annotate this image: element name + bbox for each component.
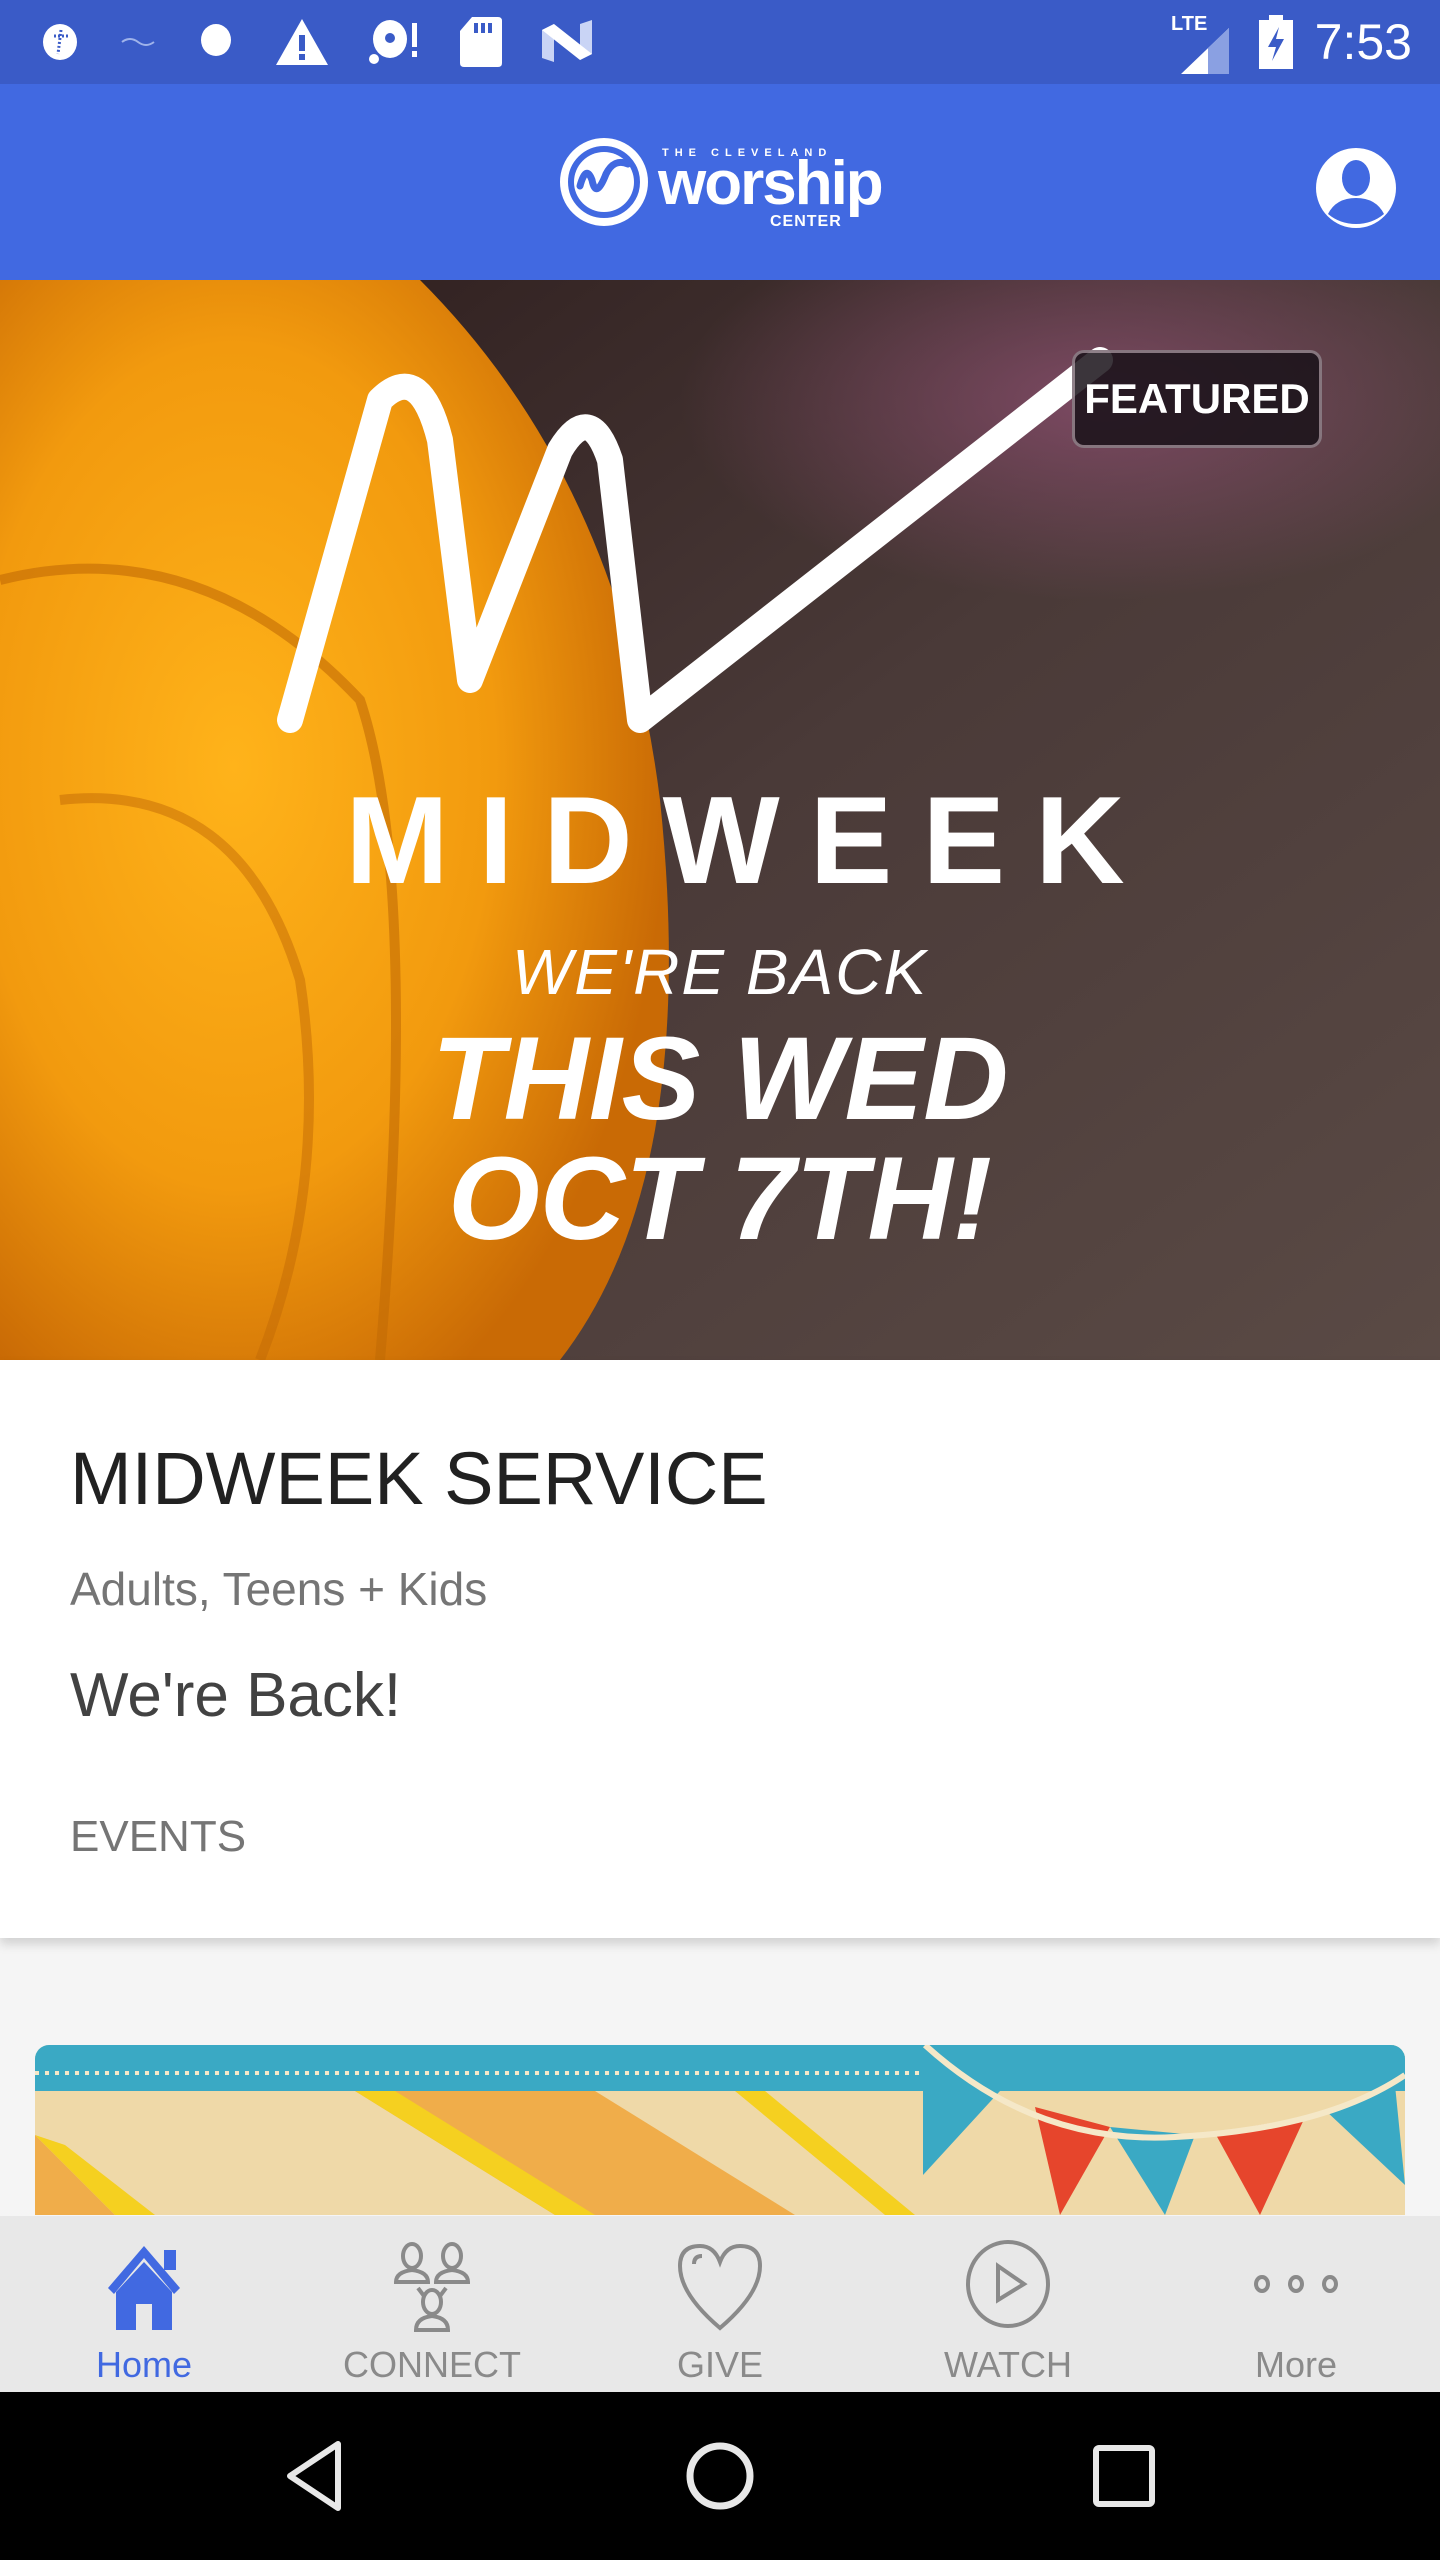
nav-label: Home bbox=[95, 2344, 193, 2385]
circle-notification-icon bbox=[201, 24, 231, 56]
home-circle-icon[interactable] bbox=[680, 2436, 760, 2516]
hero-line-1: WE'RE BACK bbox=[511, 936, 929, 1008]
event-title: MIDWEEK SERVICE bbox=[70, 1437, 768, 1520]
warning-icon bbox=[276, 19, 328, 65]
svg-text:LTE: LTE bbox=[1171, 13, 1207, 35]
event-description: We're Back! bbox=[70, 1661, 402, 1730]
church-logo[interactable]: THE CLEVELAND worship CENTER bbox=[558, 134, 888, 230]
recents-icon[interactable] bbox=[1084, 2436, 1164, 2516]
nav-item-watch[interactable]: WATCH bbox=[864, 2216, 1152, 2392]
nav-item-home[interactable]: Home bbox=[0, 2216, 288, 2392]
next-card-image[interactable] bbox=[35, 2045, 1405, 2215]
more-dots-icon bbox=[1254, 2275, 1338, 2293]
account-circle-icon bbox=[1316, 148, 1396, 228]
system-navigation-bar bbox=[0, 2392, 1440, 2560]
event-subtitle: Adults, Teens + Kids bbox=[70, 1563, 488, 1615]
people-network-icon bbox=[393, 2242, 471, 2332]
heart-icon bbox=[677, 2243, 763, 2331]
app-notification-icon bbox=[43, 24, 77, 60]
nav-label: GIVE bbox=[676, 2344, 764, 2385]
svg-text:CENTER: CENTER bbox=[770, 213, 842, 230]
svg-text:worship: worship bbox=[657, 149, 882, 218]
home-icon bbox=[108, 2246, 180, 2330]
status-time: 7:53 bbox=[1314, 14, 1412, 70]
sd-card-icon bbox=[460, 17, 502, 67]
play-circle-icon bbox=[966, 2240, 1050, 2328]
nav-label: CONNECT bbox=[343, 2344, 521, 2385]
app-notification-icon bbox=[121, 38, 155, 46]
lte-signal-icon: LTE bbox=[1171, 13, 1229, 74]
disc-alert-icon bbox=[369, 20, 417, 64]
hero-headline: MIDWEEK bbox=[345, 772, 1155, 910]
nav-label: WATCH bbox=[944, 2344, 1072, 2385]
battery-charging-icon bbox=[1258, 15, 1293, 69]
status-bar: LTE 7:53 bbox=[0, 0, 1440, 84]
bottom-navigation: Home CONNECT GIVE WATCH More bbox=[0, 2216, 1440, 2392]
nav-item-give[interactable]: GIVE bbox=[576, 2216, 864, 2392]
festival-banner-image bbox=[35, 2045, 1405, 2215]
back-icon[interactable] bbox=[276, 2436, 356, 2516]
event-category[interactable]: EVENTS bbox=[70, 1812, 246, 1862]
nav-item-more[interactable]: More bbox=[1152, 2216, 1440, 2392]
nav-label: More bbox=[1254, 2344, 1338, 2385]
n-app-icon bbox=[542, 20, 592, 62]
hero-line-3: OCT 7TH! bbox=[447, 1133, 993, 1265]
featured-badge: FEATURED bbox=[1072, 350, 1322, 448]
worship-logo-icon: THE CLEVELAND worship CENTER bbox=[560, 138, 884, 230]
nav-item-connect[interactable]: CONNECT bbox=[288, 2216, 576, 2392]
profile-button[interactable] bbox=[1314, 146, 1398, 230]
hero-line-2: THIS WED bbox=[431, 1013, 1009, 1145]
